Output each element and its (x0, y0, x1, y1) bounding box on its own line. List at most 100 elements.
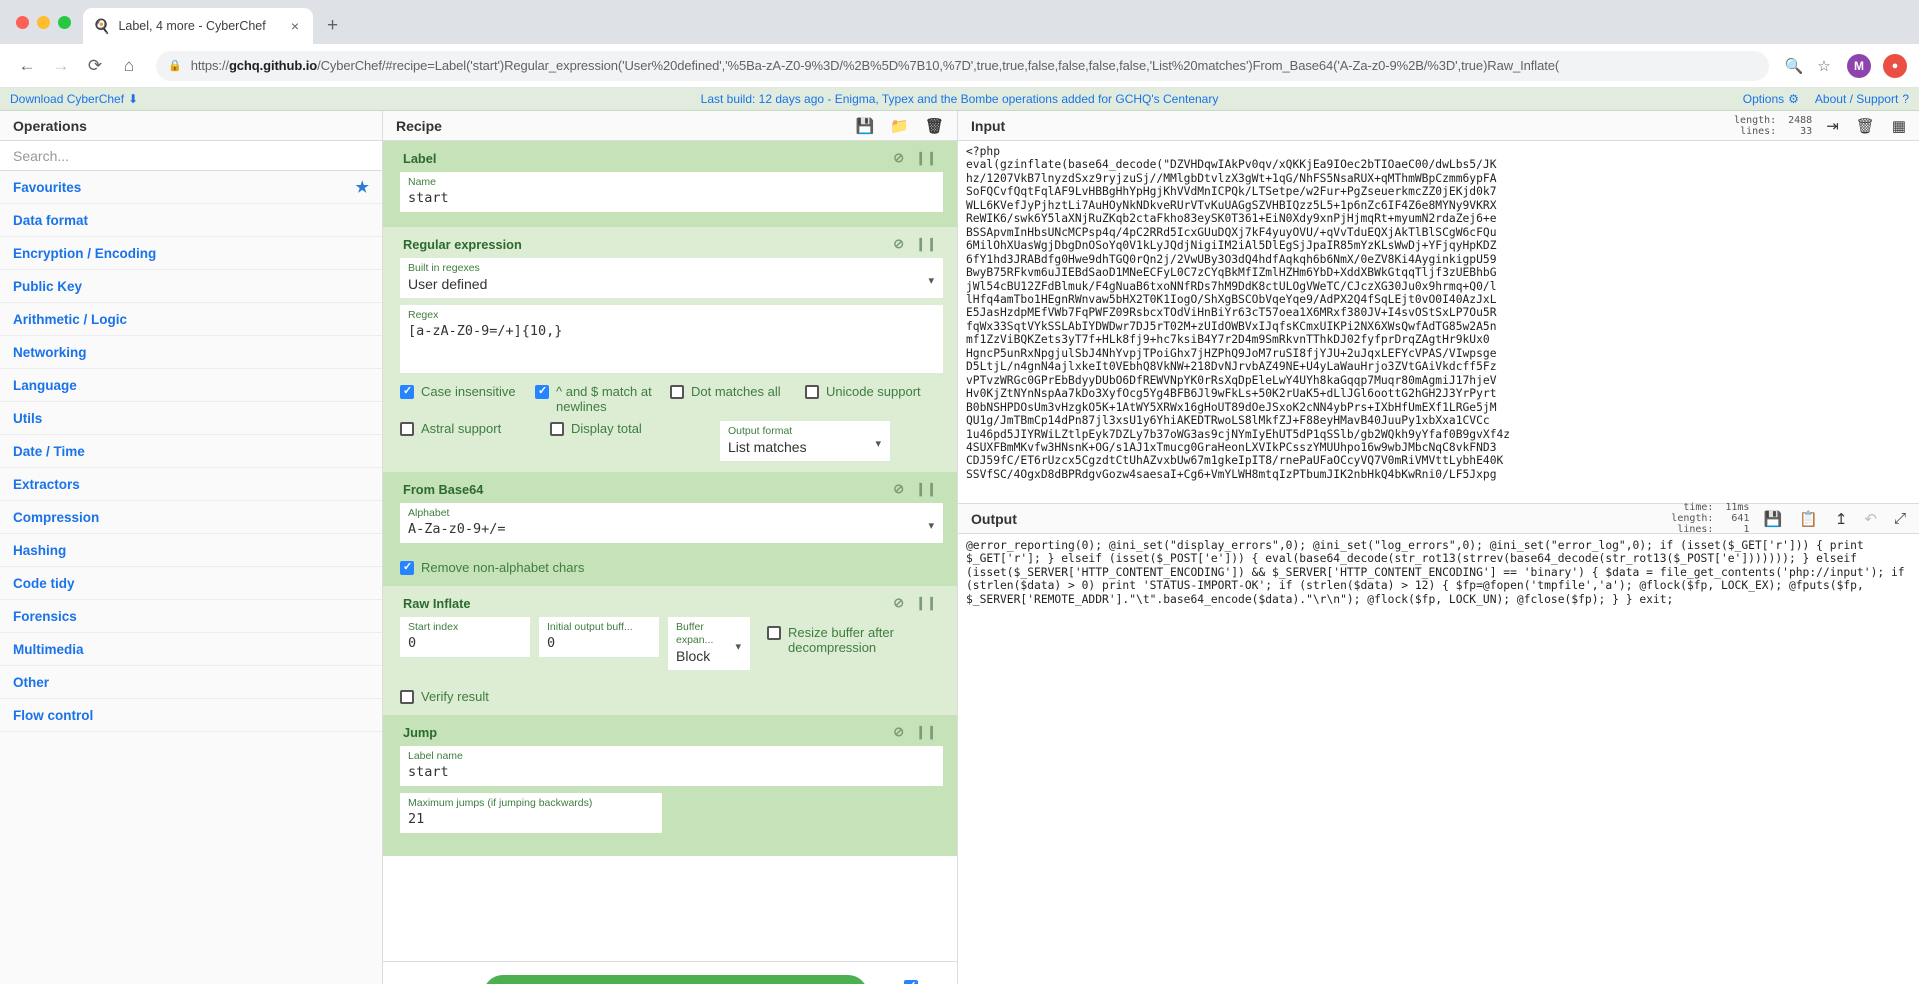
disable-op-icon[interactable]: ⊘ (893, 724, 904, 740)
recipe-op-label[interactable]: Label ⊘ ❙❙ Name start (383, 141, 957, 227)
reload-icon[interactable]: ⟳ (80, 51, 110, 81)
address-bar[interactable]: 🔒 https://gchq.github.io/CyberChef/#reci… (156, 50, 1769, 81)
copy-output-icon[interactable]: 📋 (1799, 510, 1818, 528)
arg-label-name[interactable]: Label name start (400, 746, 943, 786)
arg-regex[interactable]: Regex [a-zA-Z0-9=/+]{10,} (400, 305, 943, 373)
maximise-output-icon[interactable]: ⤢ (1894, 510, 1906, 527)
disable-op-icon[interactable]: ⊘ (893, 236, 904, 252)
extension-icon[interactable]: ● (1883, 53, 1907, 78)
about-support-button[interactable]: About / Support ? (1815, 92, 1909, 106)
recipe-op-from-base64[interactable]: From Base64 ⊘ ❙❙ AlphabetA-Za-z0-9+/= Remove… (383, 472, 957, 586)
save-output-icon[interactable]: 💾 (1763, 510, 1782, 528)
checkbox-box[interactable] (550, 422, 564, 436)
checkbox-display-total[interactable]: Display total (550, 421, 700, 436)
arg-value[interactable]: start (408, 763, 935, 781)
recipe-operations-list[interactable]: Label ⊘ ❙❙ Name start Regular expression ⊘ ❙❙ Bu… (383, 141, 957, 961)
checkbox-box[interactable] (400, 560, 414, 575)
clear-input-icon[interactable]: 🗑 (1856, 117, 1875, 135)
home-icon[interactable]: ⌂ (114, 51, 144, 81)
sidebar-item-forensics[interactable]: Forensics (0, 600, 382, 633)
checkbox-case-insensitive[interactable]: Case insensitive (400, 384, 535, 399)
disable-op-icon[interactable]: ⊘ (893, 150, 904, 166)
breakpoint-icon[interactable]: ❙❙ (915, 150, 937, 166)
new-tab-button[interactable]: + (327, 15, 338, 37)
back-icon[interactable]: ← (12, 51, 42, 81)
recipe-op-jump[interactable]: Jump ⊘ ❙❙ Label name start Maximum jumps (if … (383, 715, 957, 856)
arg-output-format[interactable]: Output format List matches (720, 421, 890, 461)
checkbox-box[interactable] (805, 385, 819, 399)
arg-value[interactable]: A-Za-z0-9+/= (408, 520, 935, 538)
forward-icon[interactable]: → (46, 51, 76, 81)
sidebar-item-arithmetic-logic[interactable]: Arithmetic / Logic (0, 303, 382, 336)
sidebar-item-flow-control[interactable]: Flow control (0, 699, 382, 732)
star-icon[interactable]: ★ (356, 178, 369, 196)
checkbox-dot-matches-all[interactable]: Dot matches all (670, 384, 805, 399)
checkbox-resize-buffer-after-decompression[interactable]: Resize buffer after decompression (767, 625, 917, 655)
browser-tab[interactable]: 🍳 Label, 4 more - CyberChef × (83, 8, 313, 44)
arg-value[interactable]: 0 (408, 634, 522, 652)
sidebar-item-code-tidy[interactable]: Code tidy (0, 567, 382, 600)
close-icon[interactable]: × (287, 17, 303, 35)
arg-value[interactable]: 0 (547, 634, 651, 652)
sidebar-item-utils[interactable]: Utils (0, 402, 382, 435)
checkbox-verify-result[interactable]: Verify result (400, 689, 489, 704)
maximize-window-button[interactable] (58, 15, 71, 29)
checkbox-box[interactable] (670, 385, 684, 399)
bake-button[interactable]: 👨‍🍳 BAKE! (482, 975, 868, 984)
disable-op-icon[interactable]: ⊘ (893, 595, 904, 611)
input-textarea[interactable]: <?php eval(gzinflate(base64_decode("DZVH… (958, 141, 1919, 503)
sidebar-item-date-time[interactable]: Date / Time (0, 435, 382, 468)
options-button[interactable]: Options ⚙ (1743, 92, 1799, 106)
arg-value[interactable]: 21 (408, 810, 654, 828)
search-icon[interactable]: 🔍 (1781, 57, 1807, 75)
arg-start-index[interactable]: Start index 0 (400, 617, 530, 657)
arg-value[interactable]: [a-zA-Z0-9=/+]{10,} (408, 322, 935, 368)
add-input-tab-icon[interactable]: ▦ (1892, 117, 1906, 135)
checkbox-and-match-at-newlines[interactable]: ^ and $ match at newlines (535, 384, 670, 414)
star-icon[interactable]: ☆ (1811, 57, 1837, 75)
sidebar-item-language[interactable]: Language (0, 369, 382, 402)
sidebar-item-encryption-encoding[interactable]: Encryption / Encoding (0, 237, 382, 270)
replace-input-icon[interactable]: ↥ (1835, 510, 1848, 528)
disable-op-icon[interactable]: ⊘ (893, 481, 904, 497)
checkbox-astral-support[interactable]: Astral support (400, 421, 550, 436)
recipe-op-regular-expression[interactable]: Regular expression ⊘ ❙❙ Built in regexes Use… (383, 227, 957, 472)
auto-bake-checkbox[interactable] (904, 979, 919, 984)
sidebar-item-data-format[interactable]: Data format (0, 204, 382, 237)
checkbox-box[interactable] (400, 690, 414, 704)
arg-built-in-regexes[interactable]: Built in regexes User defined (400, 258, 943, 298)
close-window-button[interactable] (16, 15, 29, 29)
sidebar-item-networking[interactable]: Networking (0, 336, 382, 369)
checkbox-unicode-support[interactable]: Unicode support (805, 384, 940, 399)
trash-icon[interactable]: 🗑 (925, 117, 944, 135)
checkbox-box[interactable] (400, 384, 414, 399)
checkbox-box[interactable] (535, 384, 549, 399)
checkbox-box[interactable] (400, 422, 414, 436)
auto-bake-toggle[interactable]: Auto Bake (884, 979, 939, 984)
arg-initial-output-buff[interactable]: Initial output buff... 0 (539, 617, 659, 657)
checkbox-remove-non-alphabet-chars[interactable]: Remove non-alphabet chars (400, 560, 584, 575)
sidebar-item-multimedia[interactable]: Multimedia (0, 633, 382, 666)
arg-value[interactable]: User defined (408, 275, 935, 293)
breakpoint-icon[interactable]: ❙❙ (915, 481, 937, 497)
download-label[interactable]: Download CyberChef (10, 92, 124, 106)
breakpoint-icon[interactable]: ❙❙ (915, 724, 937, 740)
arg-name[interactable]: Name start (400, 172, 943, 212)
sidebar-item-other[interactable]: Other (0, 666, 382, 699)
open-file-icon[interactable]: ⇥ (1826, 117, 1839, 135)
breakpoint-icon[interactable]: ❙❙ (915, 236, 937, 252)
arg-value[interactable]: start (408, 189, 935, 207)
sidebar-item-public-key[interactable]: Public Key (0, 270, 382, 303)
arg-maximum-jumps-if-jumping-backwards[interactable]: Maximum jumps (if jumping backwards) 21 (400, 793, 662, 833)
sidebar-item-hashing[interactable]: Hashing (0, 534, 382, 567)
arg-buffer-expan[interactable]: Buffer expan... Block (668, 617, 750, 670)
download-cyberchef-link[interactable]: Download CyberChef ⬇ (10, 92, 138, 106)
sidebar-item-favourites[interactable]: Favourites ★ (0, 171, 382, 204)
breakpoint-icon[interactable]: ❙❙ (915, 595, 937, 611)
undo-icon[interactable]: ↶ (1864, 510, 1877, 528)
minimize-window-button[interactable] (37, 15, 50, 29)
checkbox-box[interactable] (767, 626, 781, 640)
sidebar-item-compression[interactable]: Compression (0, 501, 382, 534)
save-recipe-icon[interactable]: 💾 (856, 117, 875, 135)
avatar[interactable]: M (1847, 53, 1871, 78)
